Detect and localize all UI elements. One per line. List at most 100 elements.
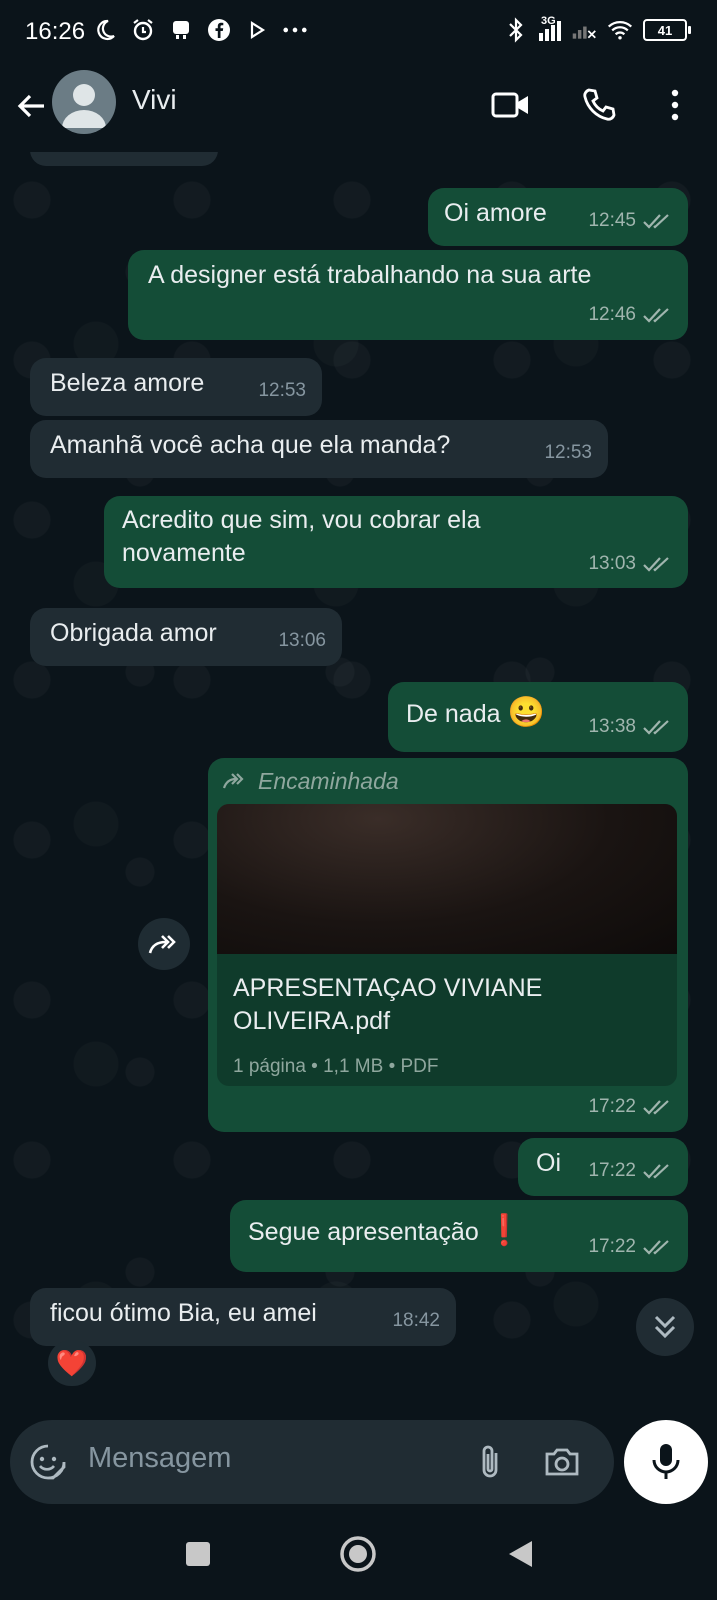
moon-icon (92, 16, 118, 44)
message-bubble-outgoing[interactable]: Segue apresentação ❗ 17:22 (230, 1200, 688, 1272)
red-exclamation-emoji: ❗ (485, 1214, 524, 1247)
message-bubble-outgoing[interactable]: De nada 😀 13:38 (388, 682, 688, 752)
forwarded-icon (222, 773, 244, 789)
grinning-face-emoji: 😀 (507, 696, 545, 729)
message-meta: 17:22 (588, 1090, 672, 1124)
message-bubble-outgoing[interactable]: A designer está trabalhando na sua arte … (128, 250, 688, 340)
contact-name[interactable]: Vivi (132, 84, 177, 116)
chat-messages-area[interactable]: 12:12 Oi amore 12:45 A designer está tra… (0, 152, 717, 1420)
train-icon (168, 16, 194, 44)
signal-no-service-icon (571, 16, 597, 44)
document-attachment[interactable]: APRESENTAÇAO VIVIANE OLIVEIRA.pdf 1 pági… (217, 804, 677, 1086)
message-meta: 17:22 (588, 1154, 672, 1188)
message-time: 12:53 (544, 442, 592, 463)
message-meta: 12:53 (258, 374, 306, 408)
message-meta: 12:12 (154, 152, 202, 162)
message-text: De nada (406, 700, 501, 728)
message-text: ficou ótimo Bia, eu amei (50, 1299, 317, 1327)
message-text: Amanhã você acha que ela manda? (50, 431, 451, 459)
status-bar: 16:26 3G 41 (0, 0, 717, 66)
signal-3g-icon: 3G (539, 15, 561, 41)
message-input[interactable]: Mensagem (88, 1442, 231, 1475)
message-meta: 13:06 (278, 624, 326, 658)
wifi-icon (607, 16, 633, 44)
heart-reaction-emoji: ❤️ (55, 1347, 89, 1378)
double-chevron-down-icon (654, 1315, 676, 1339)
home-circle-icon[interactable] (336, 1532, 380, 1576)
more-options-icon[interactable] (654, 84, 696, 126)
back-triangle-icon[interactable] (498, 1532, 542, 1576)
message-meta: 17:22 (588, 1230, 672, 1264)
message-time: 17:22 (588, 1096, 636, 1117)
forward-shortcut-button[interactable] (138, 918, 190, 970)
message-meta: 18:42 (392, 1304, 440, 1338)
message-time: 13:38 (588, 716, 636, 737)
read-ticks-icon (643, 1164, 669, 1179)
battery-level: 41 (657, 22, 673, 38)
message-time: 12:12 (154, 152, 202, 162)
read-ticks-icon (643, 720, 669, 735)
back-arrow-icon[interactable] (14, 88, 50, 124)
system-navigation-bar (0, 1510, 717, 1600)
facebook-icon (206, 16, 232, 44)
message-text: Beleza amore (50, 369, 205, 397)
voice-call-icon[interactable] (578, 84, 620, 126)
message-reaction[interactable]: ❤️ (48, 1340, 96, 1386)
battery-icon: 41 (643, 19, 691, 41)
message-time: 17:22 (588, 1236, 636, 1257)
message-time: 13:06 (278, 630, 326, 651)
message-bubble-outgoing[interactable]: Oi amore 12:45 (428, 188, 688, 246)
message-meta: 12:53 (544, 436, 592, 470)
message-time: 13:03 (588, 553, 636, 574)
recent-apps-square-icon[interactable] (176, 1532, 220, 1576)
scroll-to-bottom-button[interactable] (636, 1298, 694, 1356)
document-file-name: APRESENTAÇAO VIVIANE OLIVEIRA.pdf (233, 974, 543, 1035)
chat-header: Vivi (0, 66, 717, 153)
message-bubble-incoming[interactable]: 12:12 (30, 152, 218, 166)
message-bubble-incoming[interactable]: ficou ótimo Bia, eu amei 18:42 (30, 1288, 456, 1346)
camera-icon[interactable] (540, 1440, 584, 1484)
read-ticks-icon (643, 308, 669, 323)
message-text: Obrigada amor (50, 619, 217, 647)
network-type-label: 3G (541, 15, 556, 27)
message-meta: 12:45 (588, 204, 672, 238)
message-text: Acredito que sim, vou cobrar ela novamen… (122, 506, 481, 567)
microphone-icon (652, 1444, 680, 1479)
status-notification-icons (92, 16, 308, 44)
voice-message-mic-button[interactable] (624, 1420, 708, 1504)
document-preview-thumbnail (217, 804, 677, 954)
contact-avatar[interactable] (52, 70, 116, 134)
message-composer: Mensagem (10, 1420, 614, 1504)
message-time: 12:53 (258, 380, 306, 401)
status-system-icons: 3G 41 (503, 15, 691, 44)
read-ticks-icon (643, 1100, 669, 1115)
message-bubble-document[interactable]: Encaminhada APRESENTAÇAO VIVIANE OLIVEIR… (208, 758, 688, 1132)
attach-paperclip-icon[interactable] (468, 1440, 512, 1484)
message-text: Oi amore (444, 199, 547, 227)
message-time: 18:42 (392, 1310, 440, 1331)
forward-arrow-icon (148, 935, 176, 954)
message-bubble-incoming[interactable]: Beleza amore 12:53 (30, 358, 322, 416)
video-call-icon[interactable] (490, 84, 532, 126)
message-time: 12:46 (588, 304, 636, 325)
read-ticks-icon (643, 214, 669, 229)
document-file-info: 1 página • 1,1 MB • PDF (233, 1056, 439, 1077)
message-text: Oi (536, 1149, 561, 1177)
read-ticks-icon (643, 556, 669, 572)
message-time: 12:45 (588, 210, 636, 231)
message-bubble-outgoing[interactable]: Acredito que sim, vou cobrar ela novamen… (104, 496, 688, 588)
message-meta: 13:38 (588, 710, 672, 744)
more-notifications-icon (282, 16, 308, 44)
message-meta: 13:03 (588, 547, 672, 580)
message-time: 17:22 (588, 1160, 636, 1181)
message-bubble-incoming[interactable]: Obrigada amor 13:06 (30, 608, 342, 666)
alarm-icon (130, 16, 156, 44)
forwarded-text: Encaminhada (258, 768, 399, 794)
forwarded-label: Encaminhada (222, 764, 399, 798)
message-bubble-outgoing[interactable]: Oi 17:22 (518, 1138, 688, 1196)
message-text: Segue apresentação (248, 1218, 479, 1246)
play-store-icon (244, 16, 270, 44)
emoji-sticker-icon[interactable] (26, 1440, 70, 1484)
message-bubble-incoming[interactable]: Amanhã você acha que ela manda? 12:53 (30, 420, 608, 478)
read-ticks-icon (643, 1240, 669, 1255)
